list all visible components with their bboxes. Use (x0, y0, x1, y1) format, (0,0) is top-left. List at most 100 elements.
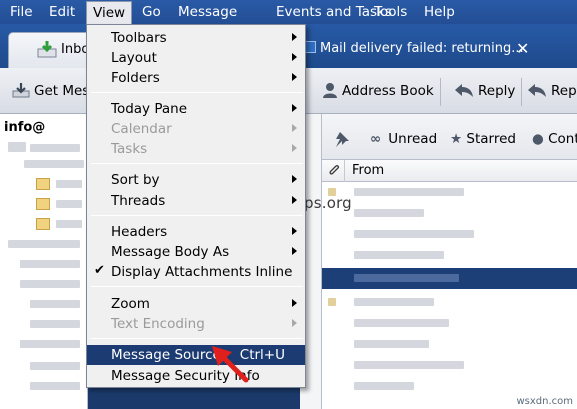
message-row-sender (354, 382, 414, 390)
menu-message[interactable]: Message (178, 4, 237, 20)
menu-help[interactable]: Help (424, 4, 455, 20)
message-row[interactable] (322, 245, 577, 266)
menu-item-tasks: Tasks (87, 139, 305, 159)
message-row-marker (328, 298, 336, 306)
reply-all-icon (527, 82, 547, 102)
message-row[interactable] (322, 292, 577, 313)
tab-mail-delivery-failed-label: Mail delivery failed: returning... (320, 41, 524, 56)
folder-item[interactable] (8, 142, 26, 152)
starred-filter-button[interactable]: ★ Starred (450, 131, 516, 147)
message-row-sender (354, 274, 459, 282)
reply-icon (454, 82, 474, 102)
view-menu-dropdown: Toolbars Layout Folders Today Pane Calen… (86, 24, 306, 388)
menu-separator (91, 92, 303, 93)
message-row[interactable] (322, 355, 577, 376)
menu-item-threads[interactable]: Threads (87, 191, 305, 211)
folder-icon (36, 218, 50, 230)
menu-item-threads-label: Threads (111, 193, 166, 209)
message-list-header: From (322, 160, 577, 182)
folder-item[interactable] (8, 240, 80, 248)
message-row-selected[interactable] (322, 268, 577, 289)
menu-item-toolbars[interactable]: Toolbars (87, 28, 305, 48)
folder-item[interactable] (20, 260, 80, 268)
message-row[interactable] (322, 334, 577, 355)
menu-item-message-security-info[interactable]: Message Security Info (87, 366, 305, 386)
folder-icon (36, 178, 50, 190)
pin-filter-icon[interactable] (334, 131, 350, 151)
menu-go[interactable]: Go (142, 4, 161, 20)
submenu-arrow-icon (292, 227, 297, 235)
menu-item-message-source[interactable]: Message Source Ctrl+U (87, 345, 305, 365)
submenu-arrow-icon (292, 144, 297, 152)
folder-item[interactable] (30, 362, 80, 370)
submenu-arrow-icon (292, 53, 297, 61)
menu-item-message-body-as-label: Message Body As (111, 244, 230, 260)
folder-item[interactable] (30, 300, 80, 308)
from-column-header[interactable]: From (352, 163, 384, 178)
menu-item-headers[interactable]: Headers (87, 222, 305, 242)
folder-item[interactable] (56, 220, 82, 228)
contact-label: Cont (548, 131, 577, 147)
message-row[interactable] (322, 224, 577, 245)
unread-label: Unread (388, 131, 438, 147)
folder-item[interactable] (30, 144, 80, 152)
menu-tools[interactable]: Tools (374, 4, 407, 20)
folder-item[interactable] (56, 200, 82, 208)
menu-edit[interactable]: Edit (49, 4, 75, 20)
reply-button[interactable]: Reply (454, 82, 515, 102)
menu-item-zoom-label: Zoom (111, 296, 150, 312)
menu-file[interactable]: File (10, 4, 33, 20)
menu-item-layout[interactable]: Layout (87, 48, 305, 68)
submenu-arrow-icon (292, 247, 297, 255)
account-name[interactable]: info@ (4, 120, 45, 135)
menu-item-sort-by[interactable]: Sort by (87, 170, 305, 190)
menu-item-today-pane[interactable]: Today Pane (87, 99, 305, 119)
tab-mail-delivery-failed[interactable]: Mail delivery failed: returning... ✕ (300, 36, 577, 66)
annotation-arrow-icon (212, 346, 249, 383)
menu-item-calendar: Calendar (87, 119, 305, 139)
checkmark-icon: ✔ (94, 263, 105, 278)
submenu-arrow-icon (292, 104, 297, 112)
unread-filter-button[interactable]: ∞ Unread (370, 131, 437, 147)
folder-item[interactable] (30, 382, 80, 390)
address-book-button[interactable]: Address Book (322, 82, 434, 102)
folder-item[interactable] (56, 180, 82, 188)
column-divider (344, 160, 345, 182)
contact-filter-button[interactable]: ● Cont (532, 131, 577, 147)
download-icon (12, 82, 30, 102)
message-row-sender (354, 361, 464, 369)
submenu-arrow-icon (292, 175, 297, 183)
menu-item-zoom[interactable]: Zoom (87, 294, 305, 314)
menu-separator (91, 215, 303, 216)
message-row[interactable] (322, 313, 577, 334)
close-tab-icon[interactable]: ✕ (516, 39, 529, 58)
message-row-sender (354, 209, 424, 217)
get-messages-button[interactable]: Get Mes (12, 82, 89, 102)
menu-view[interactable]: View (86, 1, 133, 24)
message-row[interactable] (322, 182, 577, 203)
message-row-sender (354, 188, 464, 196)
footer-watermark: wsxdn.com (516, 396, 573, 407)
unread-icon: ∞ (370, 131, 382, 147)
menu-item-headers-label: Headers (111, 224, 168, 240)
attachment-column-icon[interactable] (328, 163, 340, 181)
menu-item-display-attachments-inline-label: Display Attachments Inline (111, 264, 293, 280)
message-row-sender (354, 230, 474, 238)
folder-item[interactable] (20, 280, 80, 288)
menu-bar: File Edit View Go Message Events and Tas… (0, 0, 577, 24)
menu-item-folders[interactable]: Folders (87, 68, 305, 88)
folder-item[interactable] (20, 340, 80, 348)
folder-item[interactable] (30, 320, 80, 328)
menu-item-folders-label: Folders (111, 70, 160, 86)
message-row[interactable] (322, 376, 577, 397)
message-row-sender (354, 251, 444, 259)
message-row[interactable] (322, 203, 577, 224)
menu-item-display-attachments-inline[interactable]: ✔ Display Attachments Inline (87, 262, 305, 282)
contact-icon: ● (532, 131, 544, 147)
reply-all-button[interactable]: Reply (527, 82, 577, 102)
folder-item[interactable] (24, 160, 84, 168)
reply-all-label: Reply (551, 83, 577, 99)
menu-separator (91, 286, 303, 287)
menu-item-message-body-as[interactable]: Message Body As (87, 242, 305, 262)
submenu-arrow-icon (292, 33, 297, 41)
